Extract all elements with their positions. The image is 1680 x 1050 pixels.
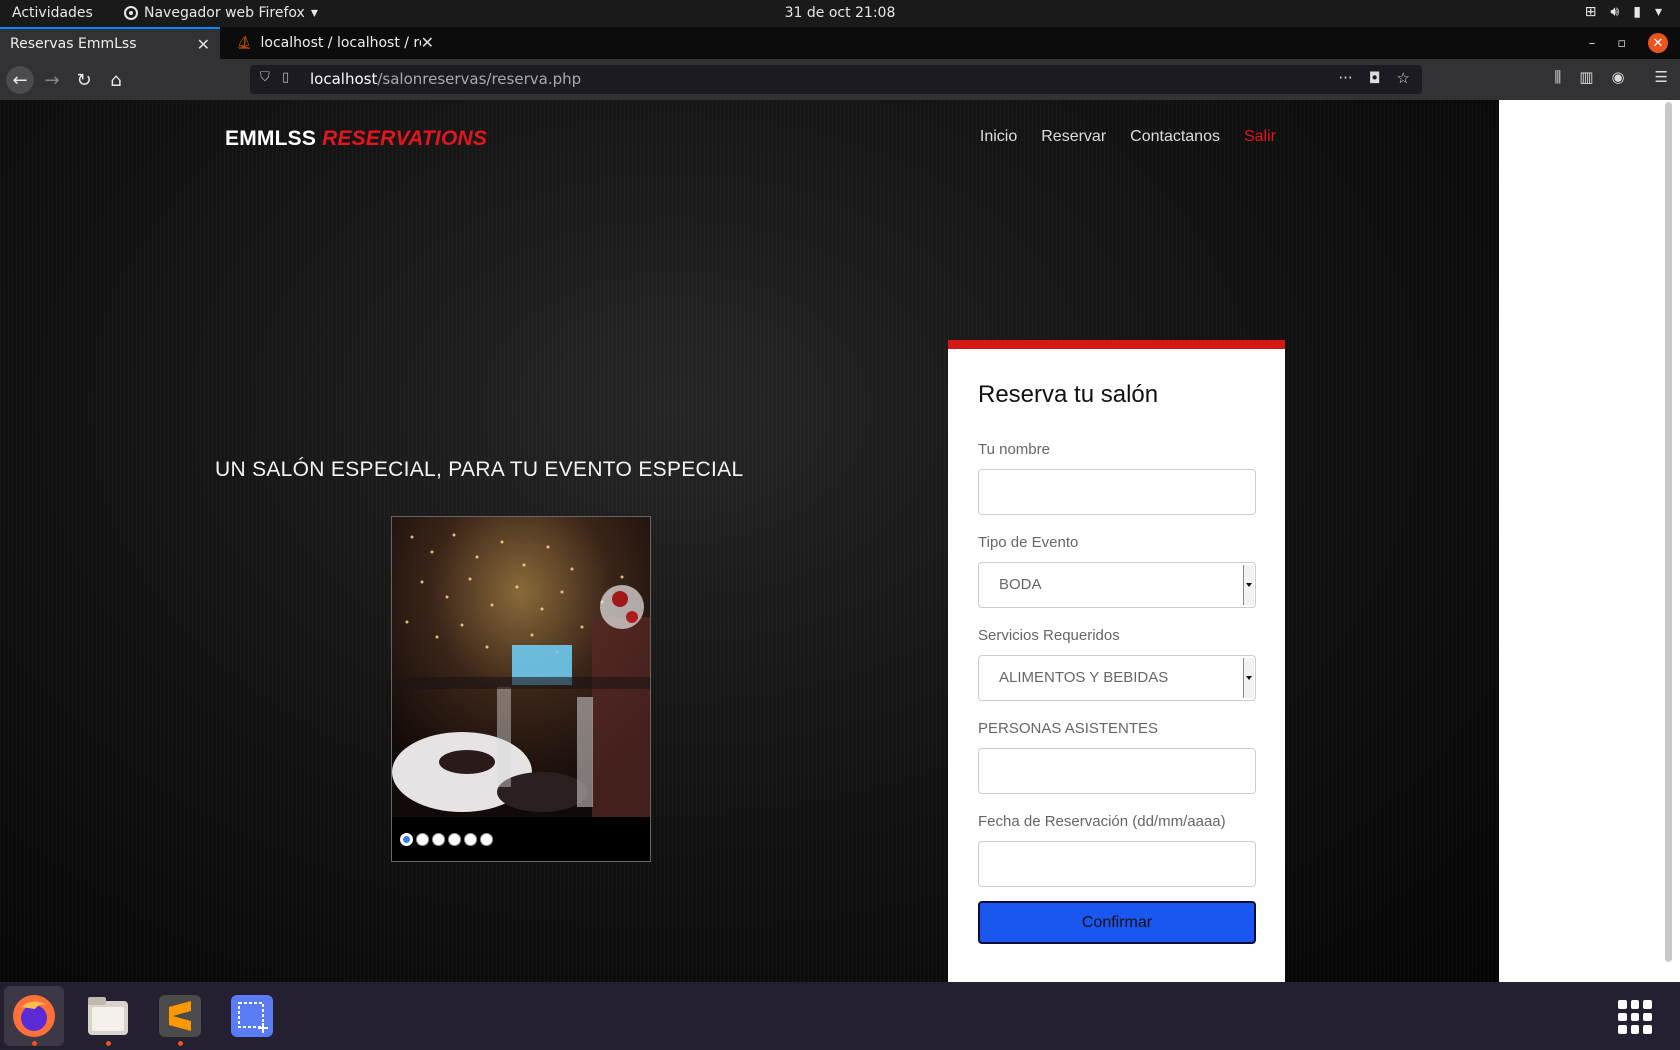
system-top-bar: Actividades Navegador web Firefox ▾ 31 d… <box>0 0 1680 27</box>
carousel-dots <box>400 833 493 846</box>
tab-title: Reservas EmmLss <box>10 36 137 52</box>
date-input[interactable] <box>978 841 1256 887</box>
event-type-select[interactable]: BODA <box>978 562 1256 608</box>
confirm-button[interactable]: Confirmar <box>978 901 1256 944</box>
account-icon[interactable]: ◉ <box>1611 68 1624 86</box>
nav-contactanos[interactable]: Contactanos <box>1130 128 1220 146</box>
url-host: localhost <box>310 70 378 88</box>
dropdown-arrow-icon <box>1243 565 1254 605</box>
running-indicator <box>106 1041 111 1046</box>
home-button[interactable]: ⌂ <box>102 66 130 94</box>
chevron-down-icon: ▾ <box>1654 4 1662 20</box>
nav-reservar[interactable]: Reservar <box>1041 128 1106 146</box>
tab-reservas[interactable]: Reservas EmmLss ✕ <box>0 27 220 59</box>
tab-title: localhost / localhost / re <box>260 35 421 51</box>
dock-sublime-text[interactable] <box>150 986 210 1046</box>
date-label: Fecha de Reservación (dd/mm/aaaa) <box>978 813 1226 830</box>
phpmyadmin-icon: ⛵︎ <box>236 35 253 51</box>
reservation-form: Reserva tu salón Tu nombre Tipo de Event… <box>948 340 1285 982</box>
carousel-dot[interactable] <box>432 833 445 846</box>
form-title: Reserva tu salón <box>978 381 1159 408</box>
services-label: Servicios Requeridos <box>978 627 1120 644</box>
running-indicator <box>32 1041 37 1046</box>
dock <box>0 982 1680 1050</box>
app-menu[interactable]: Navegador web Firefox ▾ <box>124 5 318 21</box>
dock-screenshot[interactable] <box>222 986 282 1046</box>
close-window-button[interactable]: ✕ <box>1648 33 1668 53</box>
firefox-small-icon <box>124 6 138 20</box>
firefox-icon <box>13 995 55 1037</box>
name-input[interactable] <box>978 469 1256 515</box>
chevron-down-icon: ▾ <box>310 5 318 21</box>
app-menu-label: Navegador web Firefox <box>144 5 305 21</box>
url-bar[interactable]: ⛉ ▯ localhost/salonreservas/reserva.php … <box>250 65 1422 94</box>
close-icon[interactable]: ✕ <box>421 33 434 52</box>
system-tray[interactable]: ⊞ 🔊︎ ▮ ▾ <box>1585 4 1662 20</box>
sublime-text-icon <box>159 995 201 1037</box>
folder-icon <box>88 997 128 1035</box>
name-label: Tu nombre <box>978 441 1050 458</box>
event-type-value: BODA <box>999 576 1042 593</box>
carousel-dot[interactable] <box>400 833 413 846</box>
page-scrollbar[interactable] <box>1665 102 1672 962</box>
hero-tagline: UN SALÓN ESPECIAL, PARA TU EVENTO ESPECI… <box>215 458 744 481</box>
reload-button[interactable]: ↻ <box>70 66 98 94</box>
minimize-icon[interactable]: – <box>1589 36 1596 51</box>
network-icon: ⊞ <box>1584 4 1597 20</box>
running-indicator <box>178 1041 183 1046</box>
main-nav: Inicio Reservar Contactanos Salir <box>980 128 1276 146</box>
hero-section: EMMLSS RESERVATIONS Inicio Reservar Cont… <box>0 100 1499 982</box>
nav-salir[interactable]: Salir <box>1244 128 1276 146</box>
tracking-shield-icon[interactable]: ⛉ <box>260 70 270 85</box>
battery-icon: ▮ <box>1633 4 1641 20</box>
services-value: ALIMENTOS Y BEBIDAS <box>999 669 1169 686</box>
tab-strip: Reservas EmmLss ✕ ⛵︎ localhost / localho… <box>0 27 1680 82</box>
dock-firefox[interactable] <box>4 986 64 1046</box>
show-applications-icon[interactable] <box>1618 1000 1652 1034</box>
close-icon[interactable]: ✕ <box>197 35 210 54</box>
carousel-dot[interactable] <box>480 833 493 846</box>
screenshot-icon <box>231 995 273 1037</box>
brand-red: RESERVATIONS <box>322 127 488 150</box>
brand-white: EMMLSS <box>225 127 317 150</box>
activities-button[interactable]: Actividades <box>12 5 93 21</box>
pocket-icon[interactable]: ◘ <box>1369 69 1381 87</box>
dock-files[interactable] <box>78 986 138 1046</box>
carousel-dot[interactable] <box>448 833 461 846</box>
guests-label: PERSONAS ASISTENTES <box>978 720 1159 737</box>
navigation-toolbar: ← → ↻ ⌂ ⛉ ▯ localhost/salonreservas/rese… <box>0 59 1680 100</box>
back-button[interactable]: ← <box>6 66 34 94</box>
image-carousel[interactable] <box>391 516 651 862</box>
maximize-icon[interactable]: ▫ <box>1617 36 1626 51</box>
guests-input[interactable] <box>978 748 1256 794</box>
carousel-dot[interactable] <box>464 833 477 846</box>
volume-icon: 🔊︎ <box>1610 4 1620 20</box>
page-viewport: EMMLSS RESERVATIONS Inicio Reservar Cont… <box>0 100 1680 982</box>
forward-button[interactable]: → <box>38 66 66 94</box>
event-type-label: Tipo de Evento <box>978 534 1079 551</box>
bookmark-star-icon[interactable]: ☆ <box>1397 69 1410 87</box>
page-info-icon[interactable]: ▯ <box>282 70 289 85</box>
carousel-dot[interactable] <box>416 833 429 846</box>
menu-icon[interactable]: ☰ <box>1655 68 1668 86</box>
site-logo[interactable]: EMMLSS RESERVATIONS <box>225 127 487 151</box>
clock[interactable]: 31 de oct 21:08 <box>785 5 896 21</box>
more-actions-icon[interactable]: ··· <box>1338 69 1352 87</box>
tab-phpmyadmin[interactable]: ⛵︎ localhost / localhost / re ✕ <box>226 27 444 59</box>
library-icon[interactable]: ⫼ <box>1554 68 1561 86</box>
carousel-photo <box>392 517 650 817</box>
nav-inicio[interactable]: Inicio <box>980 128 1017 146</box>
url-text[interactable]: localhost/salonreservas/reserva.php <box>310 70 581 88</box>
dropdown-arrow-icon <box>1243 658 1254 698</box>
url-path: /salonreservas/reserva.php <box>377 70 582 88</box>
sidebar-icon[interactable]: ▥ <box>1579 68 1593 86</box>
services-select[interactable]: ALIMENTOS Y BEBIDAS <box>978 655 1256 701</box>
